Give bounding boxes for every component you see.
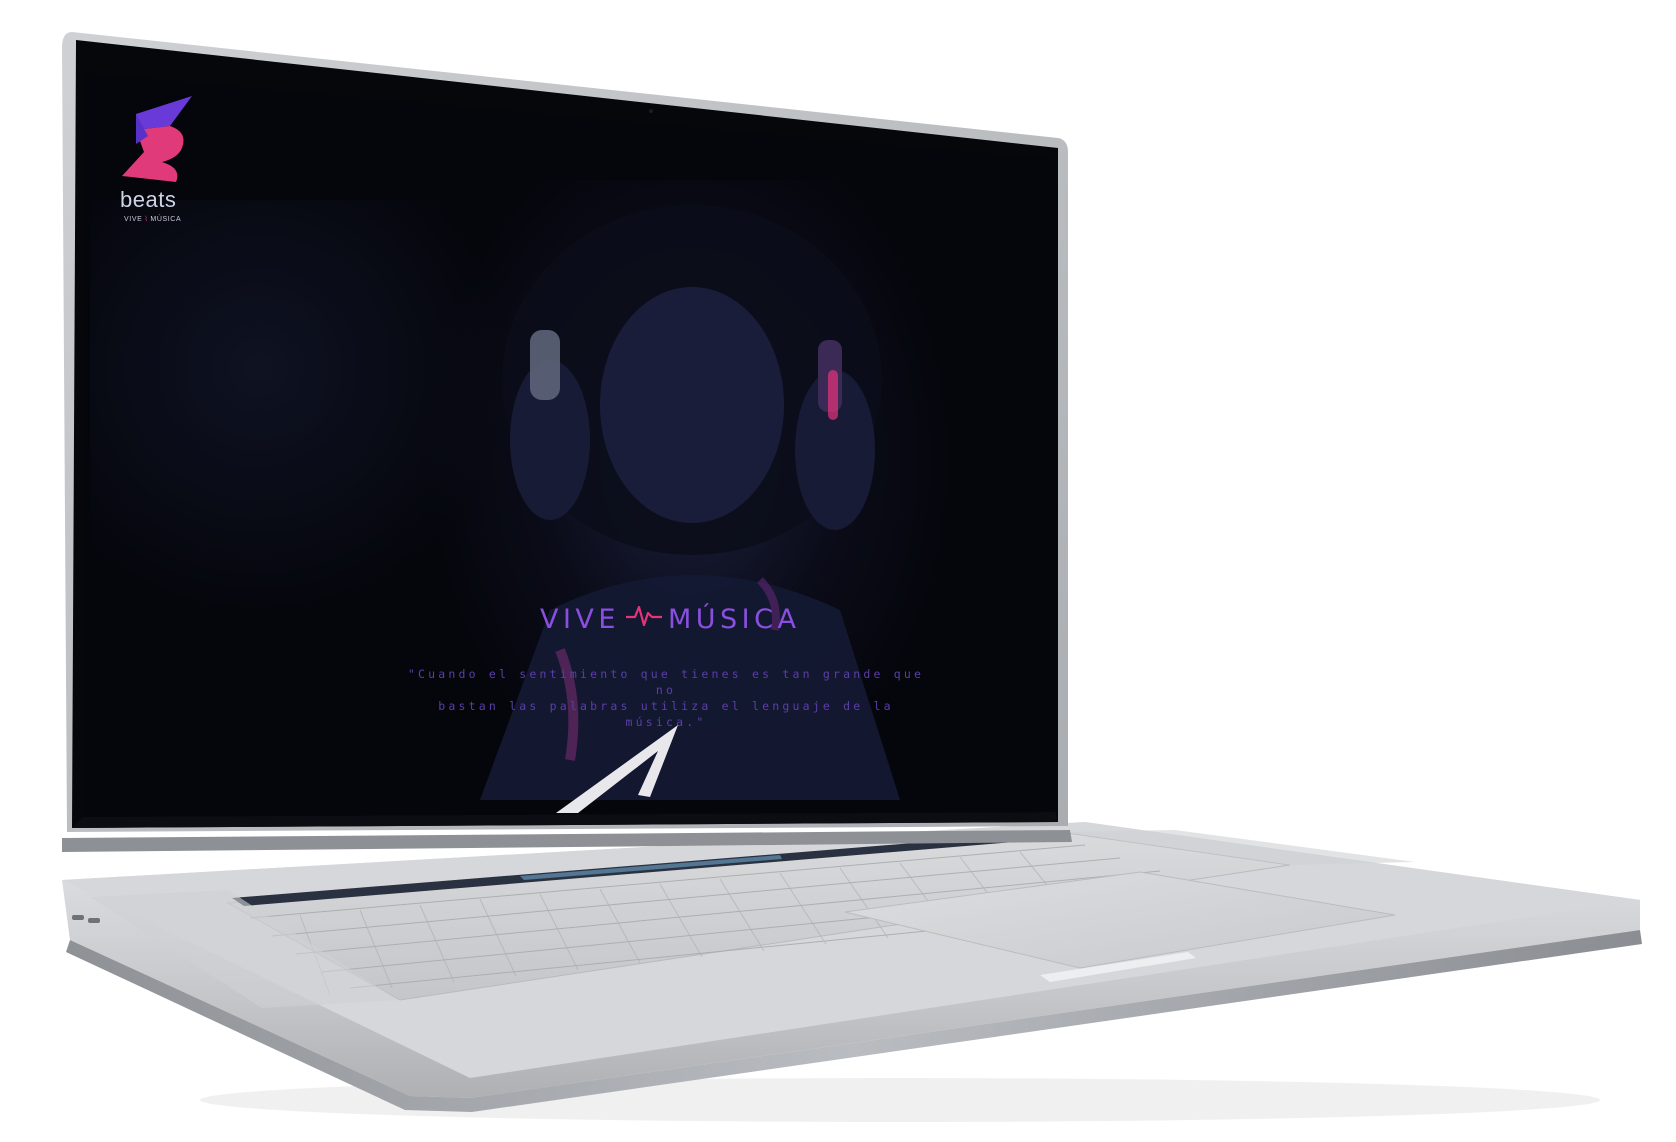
laptop-mockup-scene: beats VIVE ⌇ MÚSICA VIVE MÚSICA "Cuando el… — [0, 0, 1676, 1142]
hero-quote: "Cuando el sentimiento que tienes es tan… — [396, 666, 936, 730]
headline-right: MÚSICA — [667, 604, 801, 635]
logo-wordmark: beats — [120, 187, 177, 212]
scroll-up-button[interactable] — [556, 725, 686, 817]
logo-tagline: VIVE ⌇ MÚSICA — [124, 215, 181, 223]
heartbeat-icon: ⌇ — [144, 216, 149, 223]
quote-line-1: "Cuando el sentimiento que tienes es tan… — [407, 667, 925, 697]
logo-tagline-left: VIVE — [124, 216, 143, 223]
beats-logo[interactable] — [108, 96, 204, 188]
chevron-up-icon — [556, 725, 678, 813]
hero-headline: VIVE MÚSICA — [540, 603, 800, 636]
beats-lightning-b-logo-icon — [122, 96, 192, 182]
heartbeat-pulse-icon — [625, 603, 662, 636]
logo-tagline-right: MÚSICA — [150, 216, 182, 223]
headline-left: VIVE — [540, 604, 620, 635]
